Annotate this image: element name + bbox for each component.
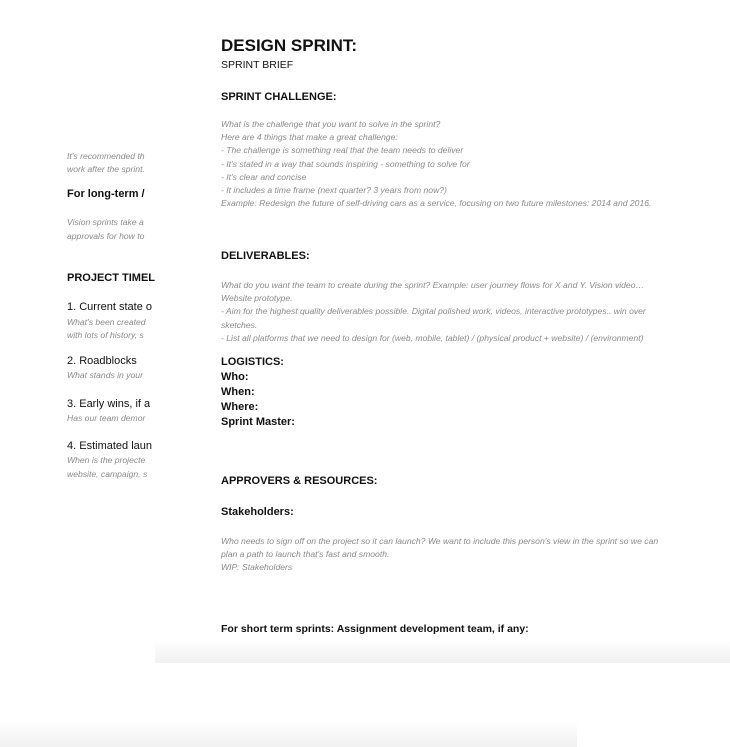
deliverables-text: What do you want the team to create duri… <box>221 279 661 345</box>
logistics-when: When: <box>221 386 255 398</box>
text-line: - It's clear and concise <box>221 171 307 182</box>
timeline-item-desc: What stands in your <box>67 370 143 380</box>
timeline-item-desc: What's been created <box>67 317 146 327</box>
text-line: What do you want the team to create duri… <box>221 280 645 304</box>
text-line: WIP: Stakeholders <box>221 562 293 573</box>
timeline-item-desc: Has our team demor <box>67 413 146 423</box>
timeline-item-desc: When is the projecte <box>67 455 146 465</box>
short-term-heading: For short term sprints: Assignment devel… <box>221 623 529 635</box>
page-title: DESIGN SPRINT: <box>221 36 358 55</box>
challenge-heading: SPRINT CHALLENGE: <box>221 91 337 103</box>
text-line: Who needs to sign off on the project so … <box>221 536 659 560</box>
page-subtitle: SPRINT BRIEF <box>221 59 294 71</box>
text-line: - Aim for the highest quality deliverabl… <box>221 306 646 330</box>
timeline-item-desc: with lots of history, s <box>67 330 144 340</box>
timeline-item-title: 2. Roadblocks <box>67 355 137 367</box>
text-line: - The challenge is something real that t… <box>221 145 464 156</box>
text-line: - It includes a time frame (next quarter… <box>221 185 447 196</box>
intro-line: work after the sprint. <box>67 164 145 174</box>
timeline-heading: PROJECT TIMEL <box>67 272 156 284</box>
long-term-heading: For long-term / <box>67 188 145 200</box>
logistics-heading: LOGISTICS: <box>221 356 284 368</box>
deliverables-heading: DELIVERABLES: <box>221 250 310 262</box>
stakeholders-text: Who needs to sign off on the project so … <box>221 535 661 575</box>
timeline-item-title: 4. Estimated laun <box>67 440 152 452</box>
logistics-who: Who: <box>221 371 249 383</box>
logistics-where: Where: <box>221 401 259 413</box>
vision-line: Vision sprints take a <box>67 217 144 227</box>
approvers-heading: APPROVERS & RESOURCES: <box>221 475 378 487</box>
text-line: Example: Redesign the future of self-dri… <box>221 198 652 209</box>
logistics-sprint-master: Sprint Master: <box>221 416 295 428</box>
text-line: - It's stated in a way that sounds inspi… <box>221 158 470 169</box>
timeline-item-title: 3. Early wins, if a <box>67 398 151 410</box>
vision-line: approvals for how to <box>67 231 145 241</box>
stakeholders-heading: Stakeholders: <box>221 506 294 518</box>
challenge-text: What is the challenge that you want to s… <box>221 118 661 210</box>
text-line: What is the challenge that you want to s… <box>221 119 441 129</box>
intro-line: It's recommended th <box>67 151 145 161</box>
timeline-item-title: 1. Current state o <box>67 301 152 313</box>
timeline-item-desc: website, campaign, s <box>67 469 148 479</box>
text-line: - List all platforms that we need to des… <box>221 332 644 343</box>
text-line: Here are 4 things that make a great chal… <box>221 132 398 143</box>
front-page: DESIGN SPRINT: SPRINT BRIEF SPRINT CHALL… <box>155 0 730 663</box>
